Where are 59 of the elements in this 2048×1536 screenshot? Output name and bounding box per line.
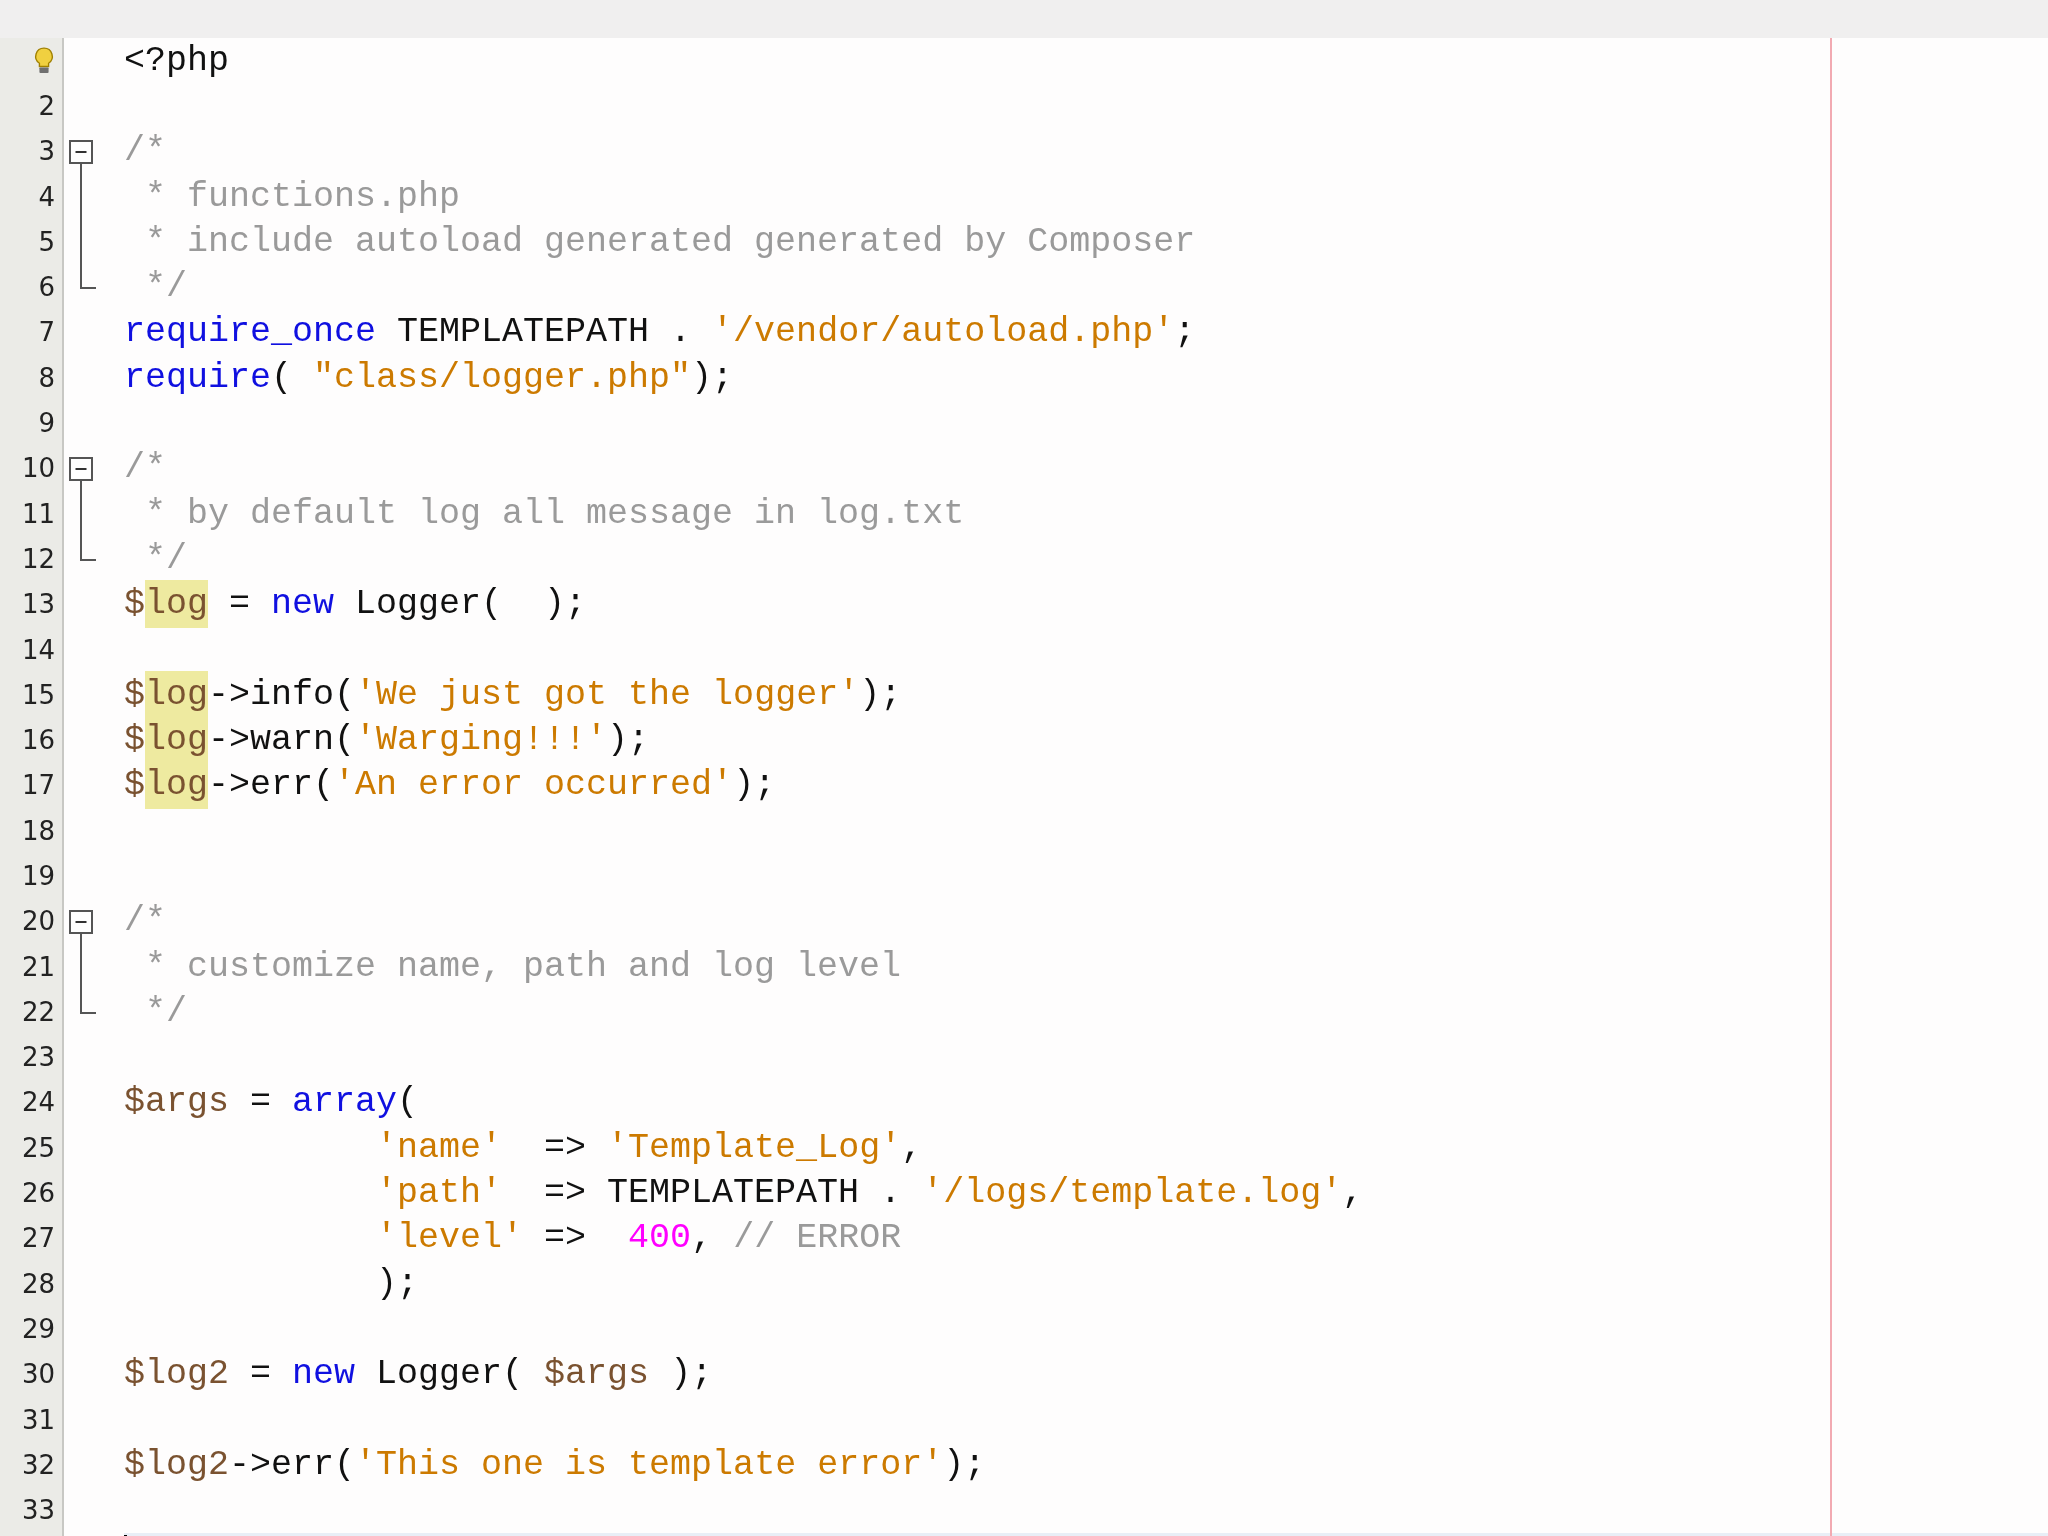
code-line: ); [375,1263,419,1304]
line-number: 11 [21,498,55,529]
collapse-icon[interactable] [69,909,93,944]
code-line: $log2->err('This one is template error'); [124,1444,986,1485]
collapse-icon[interactable] [69,456,93,491]
code-line: $log->info('We just got the logger'); [124,674,902,715]
line-number: 23 [21,1042,55,1073]
line-number: 29 [21,1313,55,1344]
line-number: 6 [38,272,55,303]
collapse-icon[interactable] [69,139,93,174]
line-number: 8 [38,362,55,393]
line-number: 9 [38,408,55,438]
code-line: 'name' => 'Template_Log', [375,1127,923,1168]
line-number: 3 [38,136,55,167]
line-number: 21 [21,951,55,982]
line-number: 5 [38,226,55,257]
code-line: */ [144,267,187,308]
code-line: /* [124,131,166,172]
line-number: 31 [21,1404,55,1435]
line-number: 10 [21,453,55,484]
line-number: 19 [21,861,55,891]
code-line: $log->warn('Warging!!!'); [124,720,650,761]
line-number: 4 [38,181,55,212]
line-number: 7 [38,317,55,348]
code-line: */ [144,991,187,1032]
line-number: 22 [21,996,55,1027]
code-line: 'level' => 400, // ERROR [375,1218,902,1259]
code-line: $log2 = new Logger( $args ); [124,1354,713,1395]
line-number: 15 [21,679,55,710]
code-line: * include autoload generated generated by Composer [144,221,1196,262]
line-number: 2 [38,90,55,121]
line-number: 13 [21,589,55,620]
code-line: $args = array( [124,1082,419,1123]
line-number: 14 [21,634,55,665]
line-number: 28 [21,1268,55,1299]
lightbulb-icon[interactable] [33,45,55,76]
line-number: 33 [21,1495,55,1526]
line-number: 18 [21,815,55,846]
code-line: 'path' => TEMPLATEPATH . '/logs/template.log', [375,1173,1364,1214]
code-line: require( "class/logger.php"); [124,357,734,398]
line-number: 26 [21,1178,55,1209]
code-line: <?php [124,40,230,81]
line-number: 20 [21,906,55,937]
line-number: 27 [21,1223,55,1254]
code-line: require_once TEMPLATEPATH . '/vendor/autoload.php'; [124,312,1196,353]
line-number: 32 [21,1449,55,1480]
line-number: 30 [21,1359,55,1390]
code-line: * functions.php [144,176,461,217]
code-line: */ [144,538,187,579]
code-line: /* [124,448,166,489]
code-line: $log->err('An error occurred'); [124,765,776,806]
line-number: 16 [21,725,55,756]
line-number: 17 [21,770,55,801]
code-line: /* [124,901,166,942]
code-line: * by default log all message in log.txt [144,493,965,534]
line-number: 24 [21,1087,55,1118]
line-number: 12 [21,543,55,574]
code-line: * customize name, path and log level [144,946,902,987]
line-number: 25 [21,1132,55,1163]
